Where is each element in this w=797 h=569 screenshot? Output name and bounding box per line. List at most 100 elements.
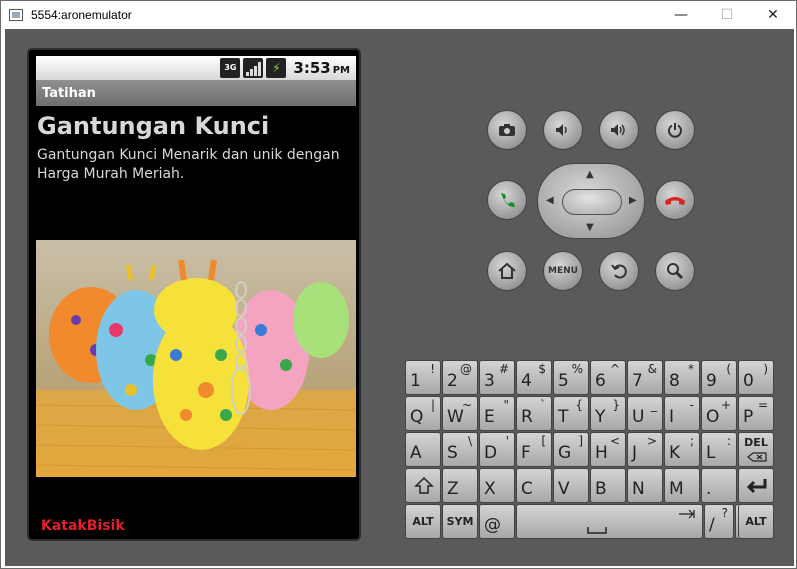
shift-key[interactable] xyxy=(405,468,441,503)
minimize-button[interactable]: — xyxy=(658,1,704,29)
key-6-alt-label: ^ xyxy=(609,362,620,376)
enter-key[interactable] xyxy=(738,468,774,503)
key-6[interactable]: 6 ^ xyxy=(590,360,626,395)
key-c[interactable]: C xyxy=(516,468,552,503)
network-3g-icon: 3G xyxy=(220,58,241,78)
key-j[interactable]: J > xyxy=(627,432,663,467)
app-icon xyxy=(9,9,23,21)
enter-icon xyxy=(746,479,767,494)
key-0[interactable]: 0) xyxy=(738,360,774,395)
key-3[interactable]: 3 # xyxy=(479,360,515,395)
dpad-down-icon[interactable]: ▼ xyxy=(586,222,594,233)
key-i-label: I xyxy=(669,407,675,427)
key-9-alt-label: ( xyxy=(726,362,731,376)
key-del[interactable]: DEL xyxy=(738,432,774,467)
key-t-alt-label: { xyxy=(575,398,583,412)
key-5[interactable]: 5% xyxy=(553,360,589,395)
home-button[interactable] xyxy=(487,251,527,291)
search-button[interactable] xyxy=(655,251,695,291)
key-p-alt-label: = xyxy=(757,398,768,412)
key-c-label: C xyxy=(521,479,533,499)
key-g-alt-label: ] xyxy=(578,434,583,448)
volume-down-icon xyxy=(556,124,567,136)
key-z-label: Z xyxy=(447,479,459,499)
at-key[interactable]: @ xyxy=(479,504,515,539)
key-period[interactable]: . xyxy=(701,468,737,503)
key-8-alt-label: * xyxy=(688,362,694,376)
key-f[interactable]: F[ xyxy=(516,432,552,467)
key-o-label: O xyxy=(706,407,720,427)
key-k[interactable]: K; xyxy=(664,432,700,467)
space-key[interactable] xyxy=(516,504,703,539)
key-b[interactable]: B xyxy=(590,468,626,503)
slash-key-alt-label: ? xyxy=(721,506,728,520)
phone-screen[interactable]: 3G ⚡ 3:53 PM Tatihan Gantungan Kunci Gant… xyxy=(36,56,356,536)
key-4[interactable]: 4 $ xyxy=(516,360,552,395)
key-s-alt-label: \ xyxy=(467,434,472,448)
key-m-label: M xyxy=(669,479,684,499)
key-e[interactable]: E " xyxy=(479,396,515,431)
key-y-alt-label: } xyxy=(612,398,620,412)
key-p-label: P xyxy=(743,407,754,427)
maximize-button[interactable]: ☐ xyxy=(704,1,750,29)
volume-up-button[interactable] xyxy=(599,110,639,150)
key-0-alt-label: ) xyxy=(763,362,768,376)
alt-key-left[interactable]: ALT xyxy=(405,504,441,539)
key-m[interactable]: M xyxy=(664,468,700,503)
key-w[interactable]: W ~ xyxy=(442,396,478,431)
key-g[interactable]: G] xyxy=(553,432,589,467)
key-p[interactable]: P = xyxy=(738,396,774,431)
key-t-label: T xyxy=(558,407,569,427)
close-button[interactable]: ✕ xyxy=(750,1,796,29)
back-button[interactable] xyxy=(599,251,639,291)
sym-key-label: SYM xyxy=(446,515,474,528)
key-x[interactable]: X xyxy=(479,468,515,503)
brand-footer: KatakBisik xyxy=(41,518,125,534)
dpad-up-icon[interactable]: ▲ xyxy=(586,169,594,180)
end-call-button[interactable] xyxy=(655,180,695,220)
dpad[interactable]: ▲ ▼ ◀ ▶ xyxy=(537,163,645,239)
volume-down-button[interactable] xyxy=(543,110,583,150)
power-icon xyxy=(668,123,682,138)
dpad-center-button[interactable] xyxy=(562,189,622,215)
app-title-bar: Tatihan xyxy=(36,80,356,106)
key-n[interactable]: N xyxy=(627,468,663,503)
dpad-right-icon[interactable]: ▶ xyxy=(629,195,637,206)
camera-button[interactable] xyxy=(487,110,527,150)
key-1[interactable]: 1! xyxy=(405,360,441,395)
key-2[interactable]: 2 @ xyxy=(442,360,478,395)
key-o[interactable]: O + xyxy=(701,396,737,431)
key-q-label: Q xyxy=(410,407,424,427)
key-w-alt-label: ~ xyxy=(461,398,472,412)
dpad-left-icon[interactable]: ◀ xyxy=(546,195,554,206)
key-r[interactable]: R ` xyxy=(516,396,552,431)
key-h[interactable]: H < xyxy=(590,432,626,467)
alt-key-left-label: ALT xyxy=(412,515,434,528)
key-u[interactable]: U _ xyxy=(627,396,663,431)
key-9[interactable]: 9( xyxy=(701,360,737,395)
menu-button[interactable]: MENU xyxy=(543,251,583,291)
key-q[interactable]: Q | xyxy=(405,396,441,431)
key-8[interactable]: 8 * xyxy=(664,360,700,395)
sym-key[interactable]: SYM xyxy=(442,504,478,539)
slash-key[interactable]: /? xyxy=(704,504,734,539)
key-i[interactable]: I- xyxy=(664,396,700,431)
key-d-label: D xyxy=(484,443,498,463)
key-l[interactable]: L: xyxy=(701,432,737,467)
key-k-label: K xyxy=(669,443,681,463)
battery-charging-icon: ⚡ xyxy=(266,58,287,78)
key-d[interactable]: D ' xyxy=(479,432,515,467)
key-s[interactable]: S \ xyxy=(442,432,478,467)
key-t[interactable]: T{ xyxy=(553,396,589,431)
key-7-label: 7 xyxy=(632,371,643,391)
key-z[interactable]: Z xyxy=(442,468,478,503)
key-7[interactable]: 7 & xyxy=(627,360,663,395)
call-button[interactable] xyxy=(487,180,527,220)
key-j-label: J xyxy=(632,443,638,463)
alt-key-right[interactable]: ALT xyxy=(738,504,774,539)
key-y[interactable]: Y} xyxy=(590,396,626,431)
key-a[interactable]: A xyxy=(405,432,441,467)
power-button[interactable] xyxy=(655,110,695,150)
key-v[interactable]: V xyxy=(553,468,589,503)
key-v-label: V xyxy=(558,479,570,499)
